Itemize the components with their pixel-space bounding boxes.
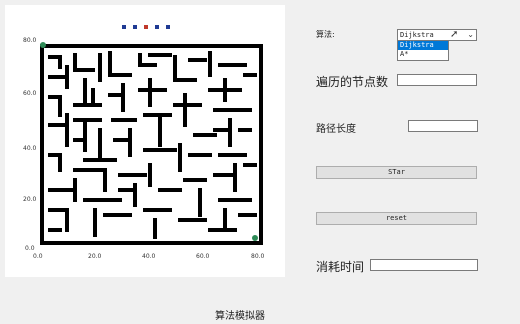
legend-marker: [166, 25, 170, 29]
legend-marker: [144, 25, 148, 29]
maze-canvas: [40, 25, 263, 245]
time-cost-label: 消耗时间: [316, 260, 365, 274]
nodes-visited-field[interactable]: [397, 74, 477, 86]
chevron-down-icon[interactable]: ⌄: [467, 30, 474, 39]
x-tick: 0.0: [33, 253, 43, 260]
y-tick: 20.0: [23, 196, 37, 203]
maze-walls: [48, 51, 257, 239]
path-length-field[interactable]: [408, 120, 478, 132]
path-length-label: 路径长度: [316, 124, 356, 135]
y-tick: 40.0: [23, 145, 37, 152]
start-marker: [40, 42, 46, 48]
y-tick: 0.0: [25, 245, 35, 252]
legend-marker: [122, 25, 126, 29]
y-tick: 80.0: [23, 37, 37, 44]
end-marker: [252, 235, 258, 241]
nodes-visited-label: 遍历的节点数: [316, 75, 389, 89]
legend-marker: [155, 25, 159, 29]
algorithm-option-astar[interactable]: A*: [398, 50, 448, 59]
maze-plot: 80.0 60.0 40.0 20.0 0.0 0.0 20.0 40.0 60…: [5, 5, 285, 277]
window-title: 算法模拟器: [215, 311, 265, 322]
x-tick: 40.0: [142, 253, 156, 260]
x-tick: 80.0: [251, 253, 265, 260]
reset-button[interactable]: reset: [316, 212, 477, 225]
y-tick: 60.0: [23, 90, 37, 97]
cursor-icon: ➚: [450, 29, 459, 40]
algorithm-label: 算法:: [316, 30, 335, 39]
legend-marker: [133, 25, 137, 29]
algorithm-dropdown[interactable]: Dijkstra A*: [397, 40, 449, 61]
time-cost-field[interactable]: [370, 259, 478, 271]
x-tick: 60.0: [196, 253, 210, 260]
plot-legend: [122, 25, 170, 29]
start-button[interactable]: STar: [316, 166, 477, 179]
algorithm-selected-value: Dijkstra: [400, 31, 434, 39]
algorithm-option-dijkstra[interactable]: Dijkstra: [398, 41, 448, 50]
x-tick: 20.0: [88, 253, 102, 260]
